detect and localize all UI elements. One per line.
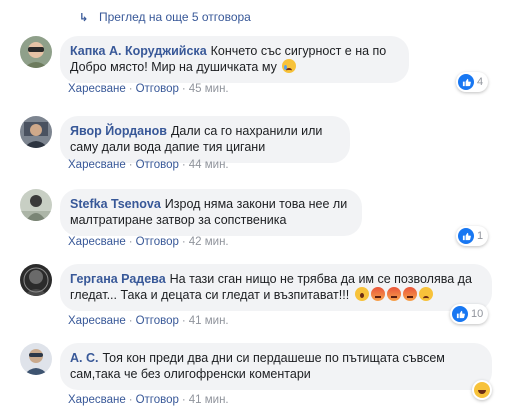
like-button[interactable]: Харесване <box>68 159 126 171</box>
like-button[interactable]: Харесване <box>68 394 126 406</box>
comment-bubble: Явор Йорданов Дали са го нахранили или са… <box>60 116 350 163</box>
comment-actions: Харесване · Отговор · 44 мин. <box>68 159 229 171</box>
comment-bubble: Stefka Tsenova Изрод няма закони това нее… <box>60 189 362 236</box>
angry-emoji-icon <box>370 287 385 301</box>
reaction-summary[interactable]: 1 <box>456 226 489 246</box>
comment-time[interactable]: 45 мин. <box>189 83 229 95</box>
reply-button[interactable]: Отговор <box>136 83 179 95</box>
comment-actions: Харесване · Отговор · 41 мин. <box>68 394 229 406</box>
avatar[interactable] <box>20 36 52 68</box>
comment-bubble: Гергана Радева На тази сган нищо не трябв… <box>60 264 492 311</box>
avatar[interactable] <box>20 343 52 375</box>
reply-button[interactable]: Отговор <box>136 159 179 171</box>
sad-emoji-icon <box>418 287 433 301</box>
comment-time[interactable]: 42 мин. <box>189 236 229 248</box>
like-icon <box>452 306 468 322</box>
comment-time[interactable]: 44 мин. <box>189 159 229 171</box>
reaction-summary[interactable] <box>472 380 492 400</box>
reaction-count: 10 <box>471 308 484 320</box>
avatar[interactable] <box>20 264 52 296</box>
comment-author[interactable]: Явор Йорданов <box>70 124 167 138</box>
reaction-summary[interactable]: 10 <box>450 304 489 324</box>
avatar[interactable] <box>20 189 52 221</box>
reaction-summary[interactable]: 4 <box>456 72 489 92</box>
like-button[interactable]: Харесване <box>68 236 126 248</box>
comment-author[interactable]: А. С. <box>70 351 98 365</box>
avatar[interactable] <box>20 116 52 148</box>
like-button[interactable]: Харесване <box>68 315 126 327</box>
reply-button[interactable]: Отговор <box>136 315 179 327</box>
reaction-count: 4 <box>477 76 484 88</box>
comment-actions: Харесване · Отговор · 45 мин. <box>68 83 229 95</box>
like-button[interactable]: Харесване <box>68 83 126 95</box>
comment-author[interactable]: Капка А. Коруджийска <box>70 44 207 58</box>
comment-time[interactable]: 41 мин. <box>189 394 229 406</box>
comment-bubble: А. С. Тоя кон преди два дни си пердашеше … <box>60 343 492 390</box>
reply-button[interactable]: Отговор <box>136 236 179 248</box>
like-icon <box>458 228 474 244</box>
reply-arrow-icon: ↳ <box>79 11 89 24</box>
reaction-count: 1 <box>477 230 484 242</box>
reply-button[interactable]: Отговор <box>136 394 179 406</box>
comment-time[interactable]: 41 мин. <box>189 315 229 327</box>
wow-emoji-icon <box>354 287 369 301</box>
comment-actions: Харесване · Отговор · 42 мин. <box>68 236 229 248</box>
comment-actions: Харесване · Отговор · 41 мин. <box>68 315 229 327</box>
haha-icon <box>474 382 490 398</box>
like-icon <box>458 74 474 90</box>
crying-emoji-icon <box>282 59 297 73</box>
view-more-label: Преглед на още 5 отговора <box>99 10 251 24</box>
angry-emoji-icon <box>402 287 417 301</box>
comment-author[interactable]: Stefka Tsenova <box>70 197 161 211</box>
angry-emoji-icon <box>386 287 401 301</box>
comment-bubble: Капка А. Коруджийска Кончето със сигурнос… <box>60 36 409 83</box>
comment-author[interactable]: Гергана Радева <box>70 272 166 286</box>
view-more-replies-link[interactable]: ↳ Преглед на още 5 отговора <box>79 9 251 25</box>
comment-text: Тоя кон преди два дни си пердашеше по пъ… <box>70 351 445 381</box>
